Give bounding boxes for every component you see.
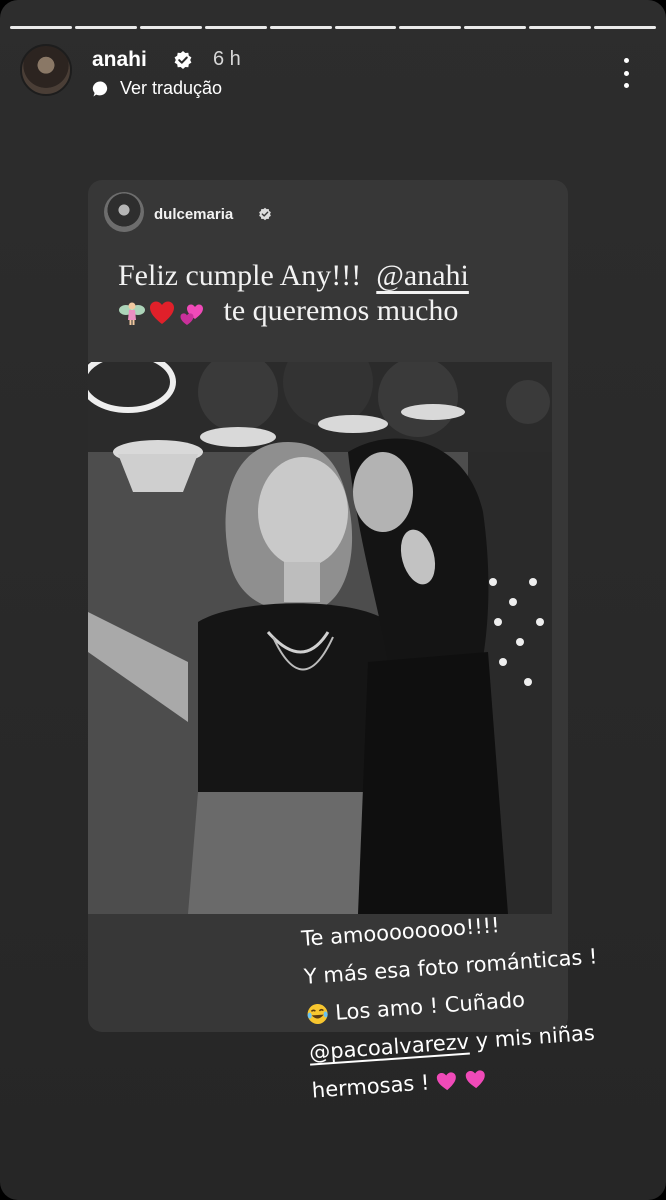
mention-link[interactable]: @pacoalvarezv xyxy=(308,1030,469,1065)
laughing-tears-emoji xyxy=(307,1004,328,1025)
post-time: 6 h xyxy=(213,48,241,70)
two-hearts-emoji xyxy=(180,304,203,326)
pink-heart-emoji xyxy=(437,1072,457,1091)
progress-segment xyxy=(74,26,137,29)
reshared-username[interactable]: dulcemaria xyxy=(154,206,233,223)
story-progress-bar xyxy=(10,26,657,29)
emoji-group xyxy=(118,299,206,327)
post-caption: Feliz cumple Any!!! @anahi te queremos m… xyxy=(118,258,538,328)
verified-badge-icon xyxy=(259,207,271,221)
caption-text: te queremos mucho xyxy=(223,294,459,327)
progress-segment xyxy=(594,26,657,29)
mention-link[interactable]: @anahi xyxy=(376,259,469,292)
post-photo[interactable] xyxy=(88,362,552,914)
reshared-post-card[interactable]: dulcemaria Feliz cumple Any!!! @anahi te… xyxy=(88,180,568,1032)
pink-heart-emoji xyxy=(465,1070,485,1089)
red-heart-emoji xyxy=(150,301,174,325)
see-translation-label: Ver tradução xyxy=(120,78,223,98)
progress-segment xyxy=(334,26,397,29)
progress-segment xyxy=(269,26,332,29)
caption-text: Feliz cumple Any!!! xyxy=(118,259,362,292)
translate-bubble-icon xyxy=(92,80,108,96)
progress-segment xyxy=(139,26,202,29)
fairy-emoji xyxy=(119,302,145,326)
story-viewer[interactable]: anahi 6 h Ver tradução dulcemaria Feliz … xyxy=(0,0,666,1200)
avatar[interactable] xyxy=(20,44,72,96)
progress-segment xyxy=(529,26,592,29)
see-translation-button[interactable]: Ver tradução xyxy=(92,78,222,99)
progress-segment xyxy=(399,26,462,29)
more-options-icon[interactable] xyxy=(622,58,630,88)
avatar[interactable] xyxy=(104,192,144,232)
verified-badge-icon xyxy=(174,51,192,69)
overlay-text: hermosas ! xyxy=(311,1070,431,1103)
overlay-text: y mis niñas xyxy=(474,1020,596,1054)
overlay-text: Los amo ! Cuñado xyxy=(334,987,526,1025)
progress-segment xyxy=(204,26,267,29)
story-text-overlay: Te amoooooooo!!!! Y más esa foto románti… xyxy=(300,897,642,1110)
progress-segment xyxy=(10,26,72,29)
username[interactable]: anahi xyxy=(92,48,147,72)
photo-image xyxy=(88,362,552,914)
story-header: anahi 6 h Ver tradução xyxy=(20,44,646,100)
progress-segment xyxy=(464,26,527,29)
